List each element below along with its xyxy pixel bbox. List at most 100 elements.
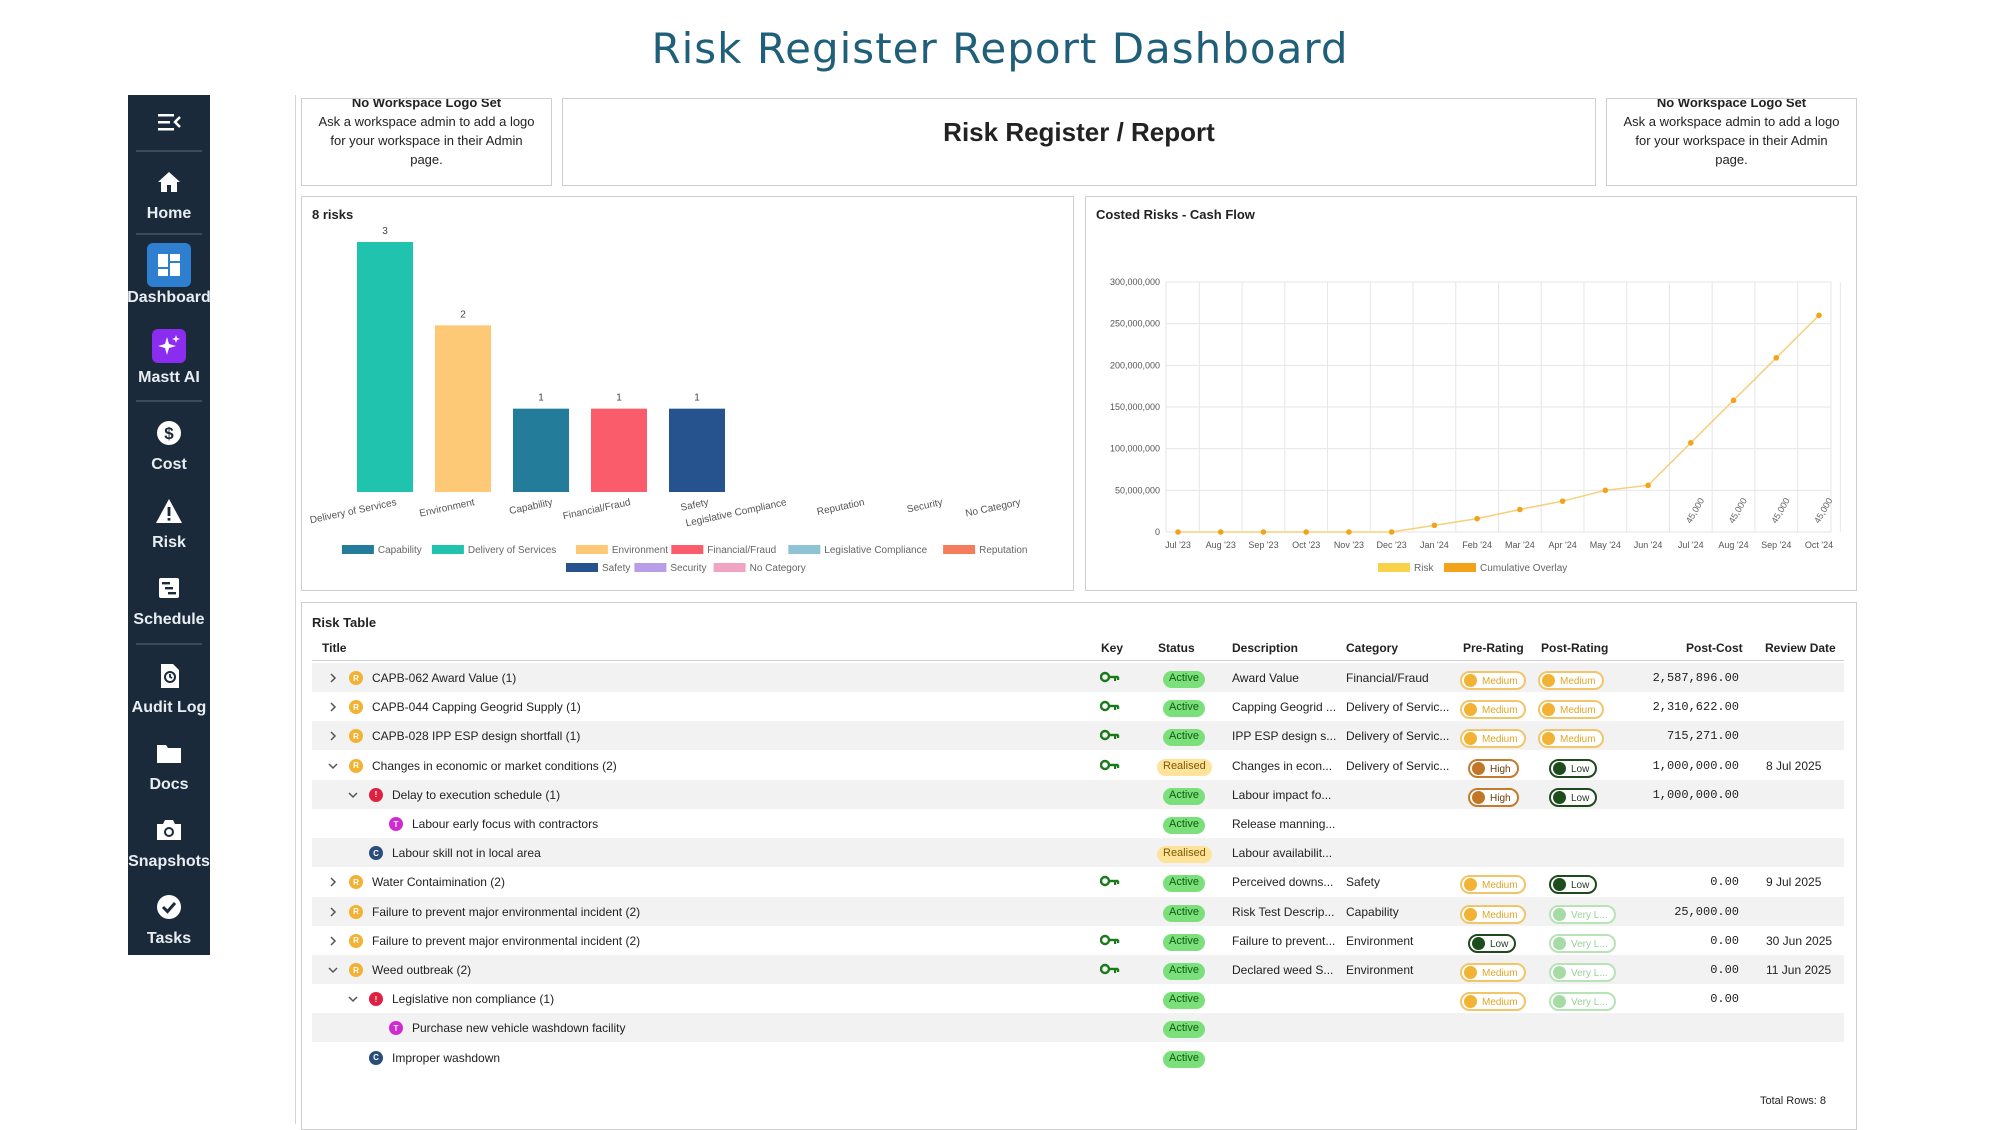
rating-label: Medium xyxy=(1482,909,1518,921)
data-point xyxy=(1431,522,1438,529)
chevron-right-icon[interactable] xyxy=(326,700,340,714)
type-badge-icon: C xyxy=(369,846,383,861)
data-point xyxy=(1388,529,1395,535)
table-row[interactable]: ! Legislative non compliance (1) Active Med… xyxy=(312,984,1844,1013)
data-point xyxy=(1260,529,1267,535)
x-tick-label: Jan '24 xyxy=(1420,540,1449,550)
column-header-post-rating[interactable]: Post-Rating xyxy=(1541,641,1608,655)
content-divider xyxy=(295,95,296,1124)
description-cell: Capping Geogrid ... xyxy=(1232,700,1337,715)
sidebar-item-schedule[interactable]: Schedule xyxy=(128,567,210,639)
table-row[interactable]: C Labour skill not in local area Realised L… xyxy=(312,838,1844,868)
sidebar-item-tasks[interactable]: Tasks xyxy=(128,886,210,958)
chevron-right-icon[interactable] xyxy=(326,671,340,685)
table-row[interactable]: R Failure to prevent major environmental … xyxy=(312,896,1844,926)
sidebar-item-dashboard[interactable]: Dashboard xyxy=(127,243,211,315)
menu-collapse-icon xyxy=(158,114,181,131)
table-row[interactable]: R Failure to prevent major environmental … xyxy=(312,926,1844,955)
column-header-status[interactable]: Status xyxy=(1158,641,1195,655)
row-title[interactable]: Improper washdown xyxy=(392,1051,500,1065)
data-point xyxy=(1559,498,1566,504)
y-tick-label: 200,000,000 xyxy=(1110,360,1160,370)
rating-label: Medium xyxy=(1482,705,1518,717)
risk-count-chart-card: 8 risks 3 Delivery of Services 2 Environmen… xyxy=(301,196,1074,591)
sidebar-item-risk[interactable]: Risk xyxy=(128,490,210,562)
post-cost-cell: 0.00 xyxy=(1710,875,1739,890)
row-title[interactable]: Weed outbreak (2) xyxy=(372,963,471,977)
status-badge: Realised xyxy=(1157,758,1212,776)
data-point xyxy=(1602,487,1609,494)
column-header-key[interactable]: Key xyxy=(1101,641,1123,655)
chevron-right-icon[interactable] xyxy=(326,875,340,889)
description-cell: Labour impact fo... xyxy=(1232,787,1332,802)
row-title[interactable]: Failure to prevent major environmental i… xyxy=(372,905,640,919)
post-rating-badge: Low xyxy=(1549,758,1598,778)
column-header-pre-rating[interactable]: Pre-Rating xyxy=(1463,641,1524,655)
home-icon xyxy=(152,165,186,199)
pre-rating-badge: Medium xyxy=(1460,875,1526,895)
status-badge: Active xyxy=(1163,700,1205,718)
data-point xyxy=(1730,397,1737,404)
chevron-right-icon[interactable] xyxy=(326,905,340,919)
logo-placeholder-text: Ask a workspace admin to add a logo for … xyxy=(318,114,535,167)
column-header-post-cost[interactable]: Post-Cost xyxy=(1686,641,1743,655)
chevron-down-icon[interactable] xyxy=(326,963,340,977)
pre-rating-badge: Medium xyxy=(1460,700,1526,720)
rating-dot-icon xyxy=(1542,703,1555,717)
table-row[interactable]: R CAPB-062 Award Value (1) Active Award Val… xyxy=(312,663,1844,692)
sidebar-item-cost[interactable]: $ Cost xyxy=(128,412,210,484)
schedule-icon xyxy=(152,571,186,605)
sidebar-item-home[interactable]: Home xyxy=(128,161,210,233)
sidebar-item-snapshots[interactable]: Snapshots xyxy=(128,809,210,881)
chevron-down-icon[interactable] xyxy=(326,759,340,773)
table-row[interactable]: R CAPB-044 Capping Geogrid Supply (1) Acti… xyxy=(312,692,1844,721)
table-row[interactable]: C Improper washdown Active xyxy=(312,1043,1844,1072)
table-row[interactable]: R CAPB-028 IPP ESP design shortfall (1) Ac… xyxy=(312,721,1844,751)
menu-collapse-button[interactable] xyxy=(128,105,210,139)
bar xyxy=(435,325,491,492)
chevron-right-icon[interactable] xyxy=(326,934,340,948)
column-header-title[interactable]: Title xyxy=(322,641,346,655)
column-header-category[interactable]: Category xyxy=(1346,641,1398,655)
table-row[interactable]: T Labour early focus with contractors Acti… xyxy=(312,809,1844,838)
review-date-cell: 11 Jun 2025 xyxy=(1766,963,1832,977)
table-row[interactable]: R Changes in economic or market condition… xyxy=(312,751,1844,780)
key-icon xyxy=(1099,875,1120,887)
type-badge-icon: R xyxy=(349,933,363,948)
row-title[interactable]: CAPB-044 Capping Geogrid Supply (1) xyxy=(372,700,581,714)
row-title[interactable]: Purchase new vehicle washdown facility xyxy=(412,1021,625,1035)
row-title[interactable]: Water Contaimination (2) xyxy=(372,875,505,889)
row-title[interactable]: Legislative non compliance (1) xyxy=(392,992,554,1006)
column-header-description[interactable]: Description xyxy=(1232,641,1298,655)
rating-dot-icon xyxy=(1553,907,1566,921)
rating-dot-icon xyxy=(1464,966,1477,979)
post-rating-badge: Very L... xyxy=(1549,963,1616,982)
description-cell: Changes in econ... xyxy=(1232,758,1333,773)
key-icon xyxy=(1099,934,1120,946)
chevron-right-icon[interactable] xyxy=(326,729,340,743)
row-title[interactable]: CAPB-062 Award Value (1) xyxy=(372,671,516,685)
bar xyxy=(357,242,413,492)
sidebar-item-audit-log[interactable]: Audit Log xyxy=(128,655,210,727)
table-row[interactable]: R Water Contaimination (2) Active Perceived… xyxy=(312,867,1844,896)
column-header-review-date[interactable]: Review Date xyxy=(1765,641,1836,655)
row-title[interactable]: Failure to prevent major environmental i… xyxy=(372,934,640,948)
chevron-down-icon[interactable] xyxy=(346,788,360,802)
row-title[interactable]: CAPB-028 IPP ESP design shortfall (1) xyxy=(372,729,580,743)
row-title[interactable]: Delay to execution schedule (1) xyxy=(392,788,560,802)
row-title[interactable]: Labour early focus with contractors xyxy=(412,817,598,831)
table-row[interactable]: T Purchase new vehicle washdown facility A… xyxy=(312,1013,1844,1043)
y-tick-label: 150,000,000 xyxy=(1110,402,1160,412)
post-rating-badge: Very L... xyxy=(1549,904,1616,924)
x-tick-label: May '24 xyxy=(1590,540,1621,550)
table-row[interactable]: R Weed outbreak (2) Active Declared weed S.… xyxy=(312,955,1844,984)
row-title[interactable]: Changes in economic or market conditions… xyxy=(372,759,617,773)
sidebar-item-docs[interactable]: Docs xyxy=(128,732,210,804)
sidebar: Home Dashboard Mastt AI $ Cost Risk Sche… xyxy=(127,95,211,958)
sidebar-item-mastt-ai[interactable]: Mastt AI xyxy=(128,325,210,397)
risk-table-card: Risk Table Title Key Status Description … xyxy=(301,602,1857,1130)
sidebar-divider xyxy=(136,233,202,235)
table-row[interactable]: ! Delay to execution schedule (1) Active La… xyxy=(312,779,1844,809)
row-title[interactable]: Labour skill not in local area xyxy=(392,846,541,860)
chevron-down-icon[interactable] xyxy=(346,992,360,1006)
